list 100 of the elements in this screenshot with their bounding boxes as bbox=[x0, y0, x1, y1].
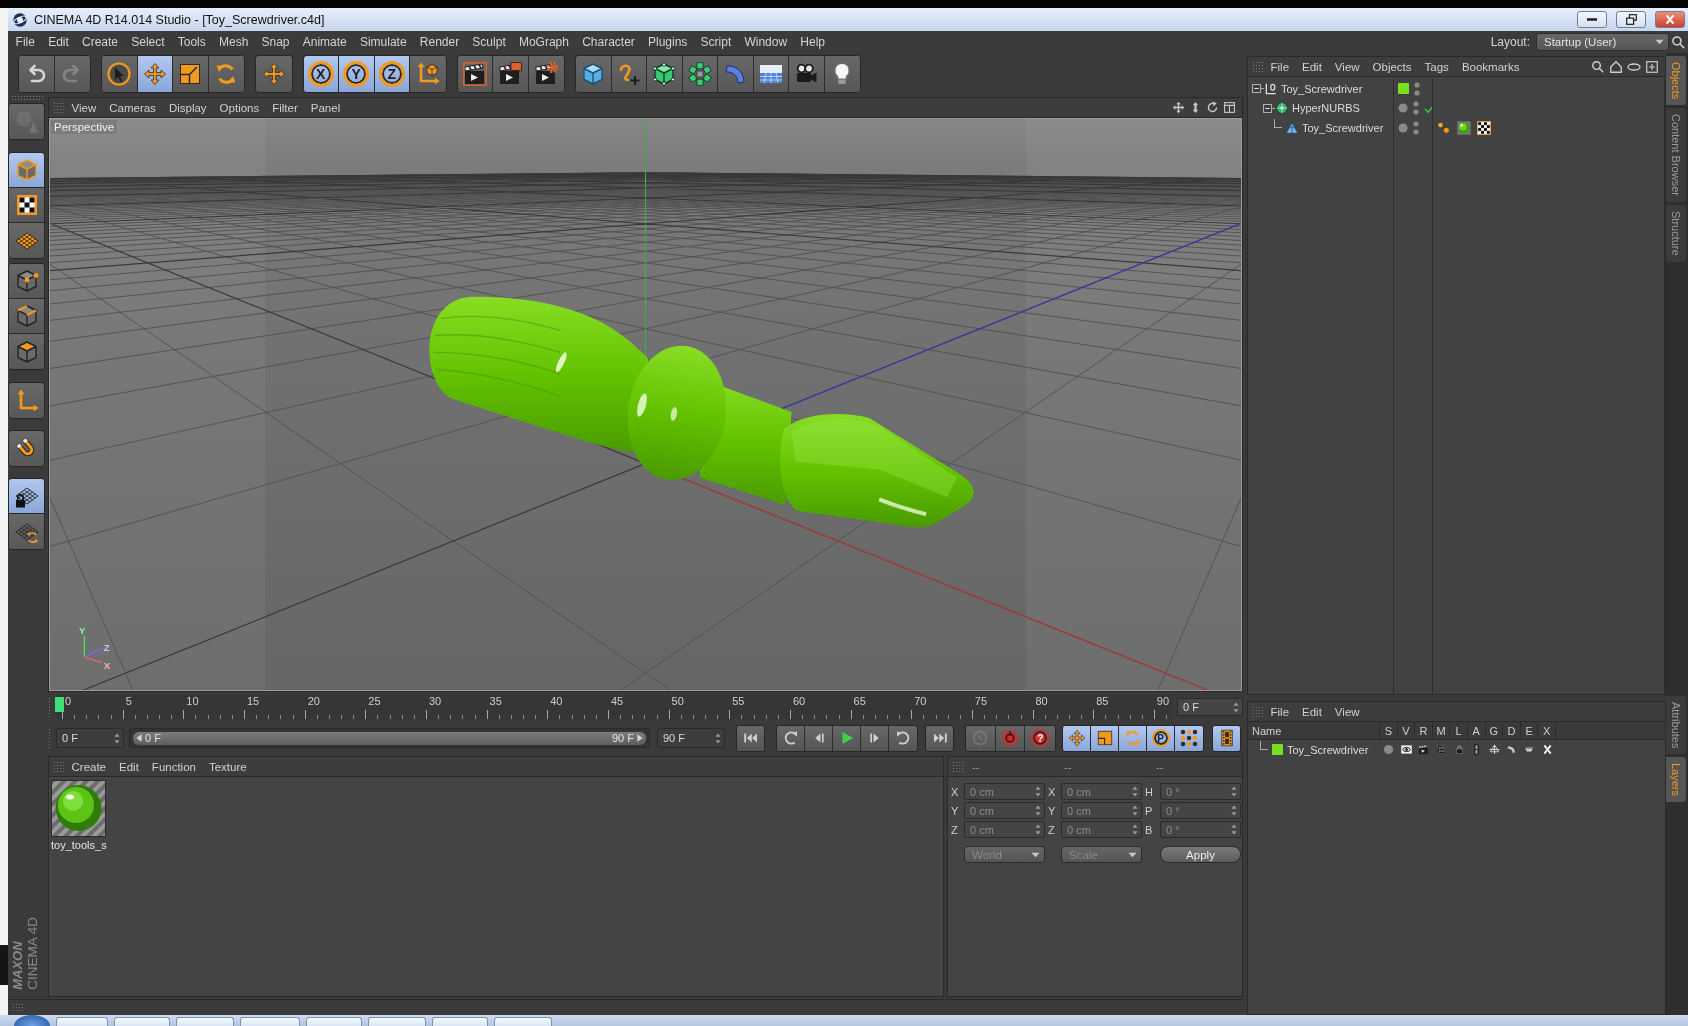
visibility-dots-icon[interactable] bbox=[1413, 120, 1419, 135]
current-frame-field[interactable]: 0 F bbox=[1177, 698, 1243, 716]
grip-icon[interactable] bbox=[11, 95, 45, 101]
workplane-align-button[interactable] bbox=[9, 514, 44, 549]
checker-tag-icon[interactable] bbox=[1477, 120, 1491, 135]
key-points-button[interactable] bbox=[1175, 725, 1204, 751]
axis-lock-button[interactable]: X bbox=[303, 56, 339, 92]
null-object-icon[interactable] bbox=[1264, 81, 1278, 96]
menu-item[interactable]: Tools bbox=[171, 32, 213, 52]
menu-item[interactable]: Plugins bbox=[641, 32, 694, 52]
menu-item[interactable]: File bbox=[1264, 702, 1296, 721]
collapse-icon[interactable] bbox=[1252, 84, 1261, 94]
scale-button[interactable] bbox=[173, 56, 209, 92]
menu-item[interactable]: Objects bbox=[1366, 57, 1419, 76]
bend-icon[interactable] bbox=[1506, 744, 1518, 755]
menu-item[interactable]: Bookmarks bbox=[1455, 57, 1526, 76]
key-parameter-button[interactable]: P bbox=[1147, 725, 1176, 751]
menu-item[interactable]: Display bbox=[162, 98, 214, 117]
layer-color-icon[interactable] bbox=[1272, 744, 1283, 755]
panel-layout-icon[interactable] bbox=[1223, 101, 1236, 114]
clapperboard-icon[interactable] bbox=[1418, 744, 1430, 755]
menu-item[interactable]: File bbox=[1264, 57, 1296, 76]
menu-item[interactable]: Script bbox=[693, 32, 738, 52]
restore-button[interactable] bbox=[1616, 11, 1646, 28]
object-name[interactable]: Toy_Screwdriver bbox=[1281, 82, 1363, 95]
visibility-dots-icon[interactable] bbox=[1413, 101, 1419, 116]
recent-tool-button[interactable] bbox=[256, 56, 292, 92]
play-button[interactable] bbox=[833, 725, 861, 751]
key-position-button[interactable] bbox=[1063, 725, 1092, 751]
layout-dropdown[interactable]: Startup (User) bbox=[1536, 33, 1669, 51]
orbit-icon[interactable] bbox=[1206, 101, 1219, 114]
coordinate-system-button[interactable] bbox=[410, 56, 446, 92]
home-icon[interactable] bbox=[1609, 59, 1623, 74]
material-sphere-icon[interactable] bbox=[1457, 120, 1471, 135]
visibility-dots-icon[interactable] bbox=[1414, 81, 1420, 96]
taskbar-button[interactable] bbox=[56, 1017, 108, 1026]
menu-item[interactable]: Options bbox=[213, 98, 266, 117]
taskbar-button[interactable] bbox=[432, 1017, 488, 1026]
key-selection-button[interactable]: ? bbox=[1025, 725, 1056, 751]
cross-icon[interactable] bbox=[1541, 744, 1553, 755]
snap-button[interactable] bbox=[9, 431, 44, 466]
menu-item[interactable]: Sculpt bbox=[465, 32, 513, 52]
column-header[interactable]: R bbox=[1419, 724, 1428, 737]
texture-button[interactable] bbox=[9, 188, 44, 223]
rotate-button[interactable] bbox=[208, 56, 244, 92]
next-key-button[interactable] bbox=[889, 725, 917, 751]
cube-button[interactable] bbox=[576, 56, 612, 92]
menu-item[interactable]: Edit bbox=[1295, 702, 1329, 721]
hierarchy-icon[interactable] bbox=[1436, 744, 1448, 755]
timeline-button[interactable] bbox=[1213, 725, 1241, 751]
cup-icon[interactable] bbox=[1524, 744, 1536, 755]
eye-icon[interactable] bbox=[1400, 744, 1412, 755]
points-button[interactable] bbox=[9, 264, 44, 299]
column-header[interactable]: A bbox=[1472, 724, 1480, 737]
lock-icon[interactable] bbox=[1453, 744, 1465, 755]
first-button[interactable] bbox=[737, 725, 764, 751]
taskbar-button[interactable] bbox=[494, 1017, 552, 1026]
menu-item[interactable]: Simulate bbox=[353, 32, 414, 52]
side-tab[interactable]: Structure bbox=[1666, 205, 1686, 262]
triangle-axes-icon[interactable] bbox=[1488, 744, 1500, 755]
column-header[interactable]: V bbox=[1402, 724, 1410, 737]
taskbar-button[interactable] bbox=[306, 1017, 362, 1026]
menu-item[interactable]: Tags bbox=[1418, 57, 1456, 76]
layer-color-icon[interactable] bbox=[1398, 83, 1409, 95]
menu-item[interactable]: Mesh bbox=[212, 32, 255, 52]
menu-item[interactable]: Texture bbox=[202, 757, 254, 776]
material-name[interactable]: toy_tools_s bbox=[51, 839, 107, 851]
menu-item[interactable]: Snap bbox=[254, 32, 297, 52]
column-header[interactable]: L bbox=[1455, 724, 1462, 737]
grip-icon[interactable] bbox=[48, 728, 51, 748]
side-tab[interactable]: Attributes bbox=[1666, 695, 1686, 754]
object-name[interactable]: Toy_Screwdriver bbox=[1302, 121, 1384, 134]
menu-item[interactable]: Function bbox=[145, 757, 203, 776]
object-name[interactable]: HyperNURBS bbox=[1292, 102, 1360, 115]
workplane-lock-button[interactable] bbox=[9, 479, 44, 514]
taskbar-button[interactable] bbox=[114, 1017, 170, 1026]
end-frame-field[interactable]: 90 F bbox=[657, 728, 725, 748]
model-button[interactable] bbox=[9, 153, 44, 188]
menu-item[interactable]: Filter bbox=[265, 98, 305, 117]
polygons-button[interactable] bbox=[9, 334, 44, 369]
subdivision-button[interactable] bbox=[647, 56, 683, 92]
column-header[interactable]: S bbox=[1384, 724, 1392, 737]
render-view-button[interactable] bbox=[457, 56, 493, 92]
light-button[interactable] bbox=[824, 56, 860, 92]
phong-tag-icon[interactable] bbox=[1437, 120, 1451, 135]
menu-item[interactable]: Window bbox=[737, 32, 794, 52]
autokey-button[interactable] bbox=[995, 725, 1026, 751]
menu-item[interactable]: Render bbox=[413, 32, 466, 52]
next-frame-button[interactable] bbox=[861, 725, 889, 751]
solo-dot-icon[interactable] bbox=[1383, 744, 1395, 755]
grip-icon[interactable] bbox=[48, 697, 51, 717]
prev-key-button[interactable] bbox=[777, 725, 805, 751]
new-panel-icon[interactable] bbox=[1645, 59, 1659, 74]
axis-button[interactable] bbox=[9, 383, 44, 418]
live-selection-button[interactable] bbox=[102, 56, 138, 92]
deformer-button[interactable] bbox=[718, 56, 754, 92]
axis-lock-button[interactable]: Z bbox=[374, 56, 410, 92]
close-button[interactable] bbox=[1655, 11, 1685, 28]
menu-item[interactable]: View bbox=[1328, 57, 1367, 76]
timeline-ruler[interactable]: 0 5 10 15 20 25 30 35 40 45 50 55 60 65 70 75 80 85 90 bbox=[56, 695, 1172, 719]
